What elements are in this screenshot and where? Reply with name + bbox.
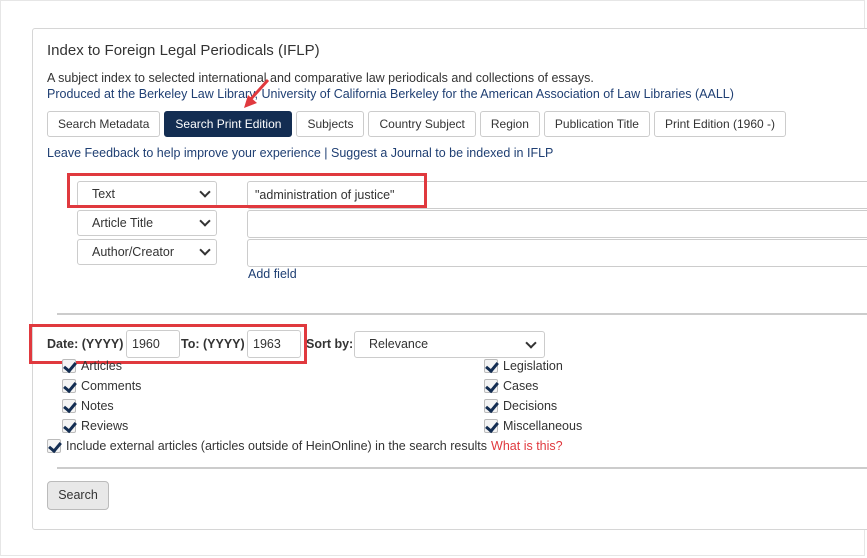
what-is-this-link[interactable]: What is this? [491,439,563,453]
sort-select[interactable]: Relevance [354,331,545,358]
checkbox-reviews[interactable]: Reviews [62,417,128,435]
checkbox-label: Cases [503,379,539,393]
field-select-2[interactable]: Article Title [77,210,217,236]
checkbox-label: Notes [81,399,114,413]
checkbox-decisions[interactable]: Decisions [484,397,557,415]
checkbox-checked-icon[interactable] [62,419,76,433]
description-line-2: Produced at the Berkeley Law Library, Un… [47,87,734,101]
checkbox-label: Legislation [503,359,563,373]
search-button[interactable]: Search [47,481,109,510]
tab-search-metadata[interactable]: Search Metadata [47,111,161,137]
field-select-3-value: Author/Creator [92,245,174,259]
checkbox-label: Articles [81,359,122,373]
page-title: Index to Foreign Legal Periodicals (IFLP… [47,42,320,59]
field-select-2-value: Article Title [92,216,154,230]
checkbox-label: Comments [81,379,142,393]
checkbox-checked-icon[interactable] [47,439,61,453]
chevron-down-icon [199,215,211,227]
checkbox-checked-icon[interactable] [62,359,76,373]
checkbox-legislation[interactable]: Legislation [484,357,563,375]
checkbox-label: Decisions [503,399,558,413]
field-select-3[interactable]: Author/Creator [77,239,217,265]
search-input-3[interactable] [247,239,867,267]
suggest-journal-link[interactable]: Suggest a Journal to be indexed in IFLP [331,146,553,160]
tab-print-edition[interactable]: Print Edition (1960 -) [653,111,787,137]
sort-by-label: Sort by: [306,337,354,351]
checkbox-label: Miscellaneous [503,419,583,433]
add-field-link[interactable]: Add field [248,267,297,281]
checkbox-label: Include external articles (articles outs… [66,439,488,453]
tab-publication-title[interactable]: Publication Title [543,111,650,137]
checkbox-checked-icon[interactable] [62,399,76,413]
description-line-1: A subject index to selected internationa… [47,71,594,85]
chevron-down-icon [199,244,211,256]
checkbox-checked-icon[interactable] [62,379,76,393]
checkbox-include-external[interactable]: Include external articles (articles outs… [47,437,563,455]
checkbox-miscellaneous[interactable]: Miscellaneous [484,417,582,435]
checkbox-checked-icon[interactable] [484,399,498,413]
tab-search-print-edition[interactable]: Search Print Edition [164,111,293,137]
chevron-down-icon [525,337,537,349]
checkbox-checked-icon[interactable] [484,359,498,373]
link-separator: | [324,146,328,160]
search-input-2[interactable] [247,210,867,238]
checkbox-checked-icon[interactable] [484,419,498,433]
tab-bar: Search Metadata Search Print Edition Sub… [47,111,787,137]
tab-subjects[interactable]: Subjects [296,111,365,137]
divider [57,467,867,469]
checkbox-checked-icon[interactable] [484,379,498,393]
leave-feedback-link[interactable]: Leave Feedback to help improve your expe… [47,146,321,160]
tab-region[interactable]: Region [479,111,540,137]
checkbox-cases[interactable]: Cases [484,377,538,395]
tab-country-subject[interactable]: Country Subject [368,111,476,137]
checkbox-label: Reviews [81,419,129,433]
feedback-links: Leave Feedback to help improve your expe… [47,146,553,160]
highlight-box-text-field [67,173,427,208]
description: A subject index to selected internationa… [47,70,734,102]
annotation-arrow-icon [244,78,270,108]
sort-select-value: Relevance [369,337,429,351]
checkbox-articles[interactable]: Articles [62,357,122,375]
checkbox-notes[interactable]: Notes [62,397,114,415]
divider [57,313,867,315]
checkbox-comments[interactable]: Comments [62,377,141,395]
